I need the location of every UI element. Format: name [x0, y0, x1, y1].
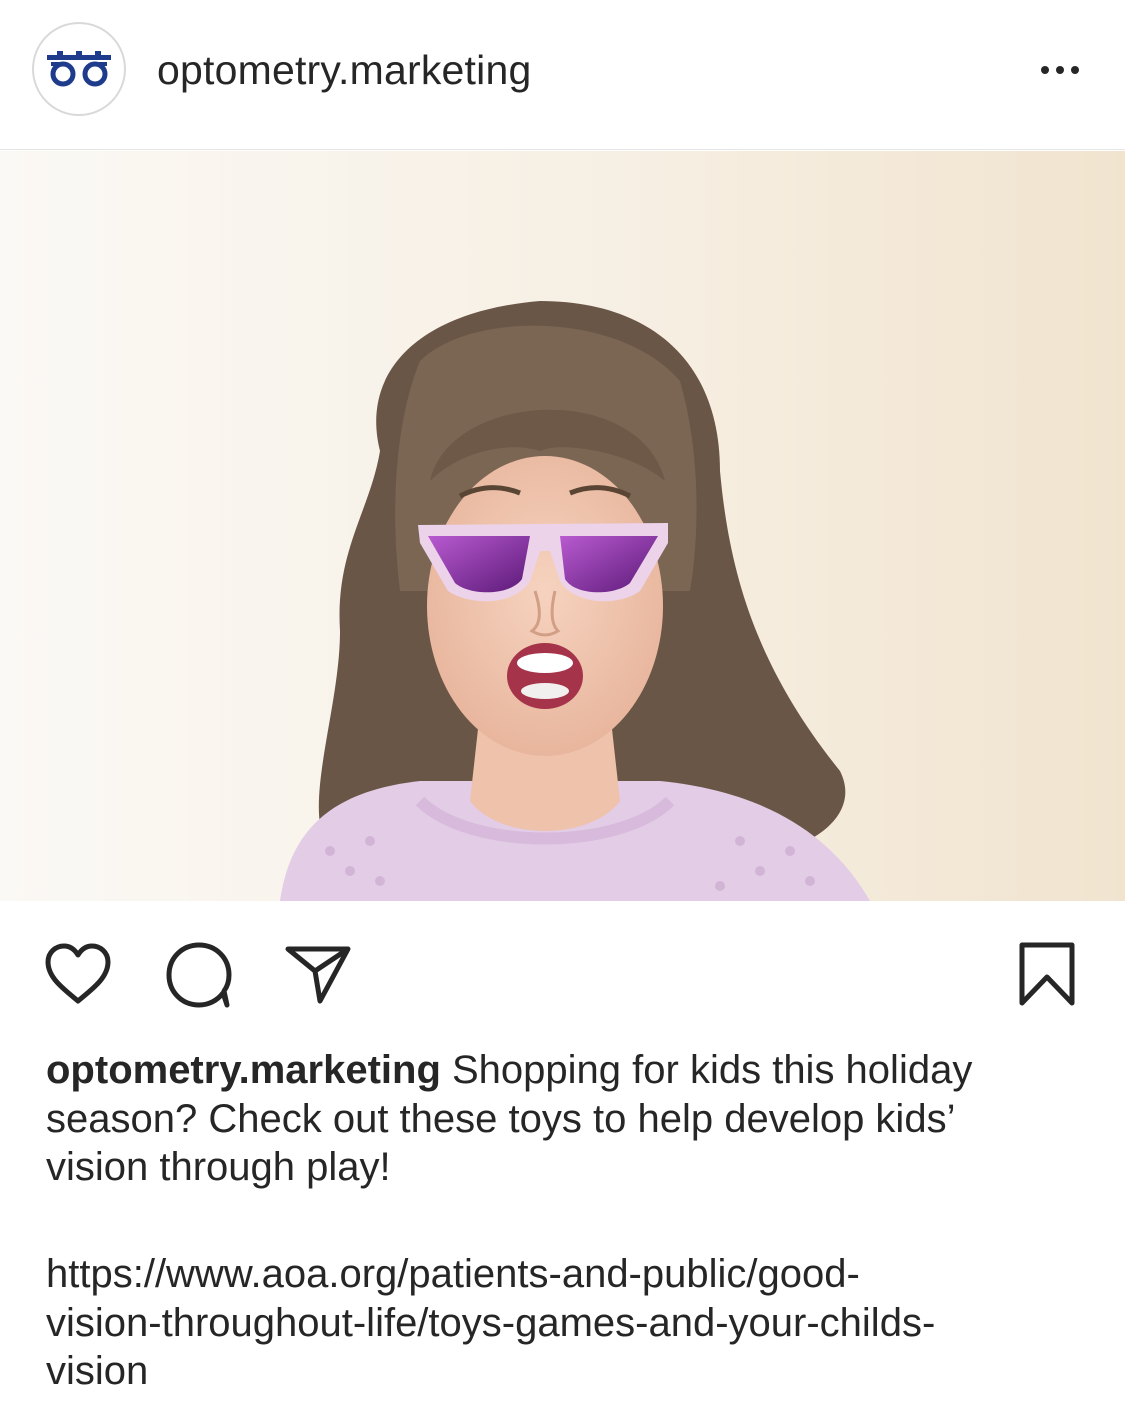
share-icon: [285, 946, 351, 1004]
caption-text: season? Check out these toys to help dev…: [46, 1096, 956, 1141]
post-header: optometry.marketing: [0, 0, 1125, 150]
caption-text: vision through play!: [46, 1145, 391, 1189]
caption-username[interactable]: optometry.marketing: [46, 1048, 441, 1092]
bookmark-icon: [1019, 942, 1075, 1006]
post-caption: optometry.marketing Shopping for kids th…: [46, 1046, 1086, 1192]
avatar[interactable]: [32, 22, 126, 116]
comment-icon: [166, 942, 232, 1008]
more-options-icon: [1056, 66, 1064, 74]
link-text: vision-throughout-life/toys-games-and-yo…: [46, 1300, 936, 1345]
post-actions: [0, 901, 1125, 1041]
more-options-button[interactable]: [1030, 52, 1090, 88]
more-options-icon: [1041, 66, 1049, 74]
share-button[interactable]: [282, 939, 354, 1009]
heart-icon: [45, 943, 111, 1004]
link-text: vision: [46, 1349, 149, 1393]
save-button[interactable]: [1012, 939, 1082, 1009]
caption-link[interactable]: https://www.aoa.org/patients-and-public/…: [46, 1250, 1086, 1396]
post-photo[interactable]: [0, 151, 1125, 901]
glasses-logo-icon: [47, 51, 111, 87]
girl-sunglasses-photo: [0, 151, 1125, 901]
link-text: https://www.aoa.org/patients-and-public/…: [46, 1252, 860, 1296]
more-options-icon: [1071, 66, 1079, 74]
like-button[interactable]: [42, 941, 114, 1007]
post-username[interactable]: optometry.marketing: [157, 47, 531, 94]
caption-text: Shopping for kids this holiday: [440, 1048, 973, 1092]
comment-button[interactable]: [163, 939, 235, 1009]
